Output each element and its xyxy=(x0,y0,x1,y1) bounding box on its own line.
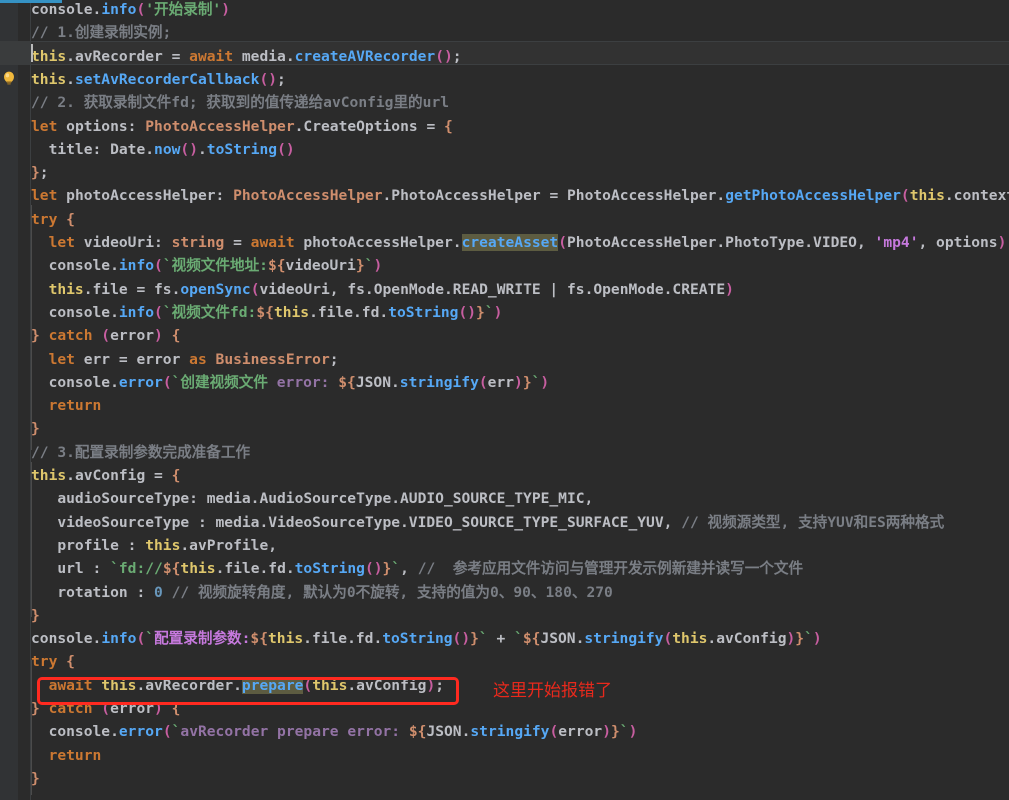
code-line[interactable]: try { xyxy=(0,208,1009,231)
code-line[interactable]: return xyxy=(0,394,1009,417)
code-line[interactable]: } xyxy=(0,417,1009,440)
code-line[interactable]: console.error(`创建视频文件 error: ${JSON.stri… xyxy=(0,371,1009,394)
editor-fold-column[interactable] xyxy=(18,0,31,800)
code-line[interactable]: return xyxy=(0,744,1009,767)
code-line[interactable]: // 2. 获取录制文件fd; 获取到的值传递给avConfig里的url xyxy=(0,91,1009,114)
text-caret xyxy=(31,44,33,62)
code-editor-screenshot: console.info('开始录制')// 1.创建录制实例; this.avR… xyxy=(0,0,1009,800)
top-progress-accent xyxy=(0,0,62,3)
code-line[interactable]: title: Date.now().toString() xyxy=(0,138,1009,161)
code-line[interactable]: url : `fd://${this.file.fd.toString()}`,… xyxy=(0,557,1009,580)
indent-guide xyxy=(31,462,32,617)
current-line-gutter-highlight xyxy=(0,41,30,65)
code-line[interactable]: videoSourceType : media.VideoSourceType.… xyxy=(0,511,1009,534)
code-line[interactable]: } xyxy=(0,767,1009,790)
code-line[interactable]: let options: PhotoAccessHelper.CreateOpt… xyxy=(0,115,1009,138)
code-line[interactable]: audioSourceType: media.AudioSourceType.A… xyxy=(0,487,1009,510)
code-line[interactable]: // 3.配置录制参数完成准备工作 xyxy=(0,441,1009,464)
code-line[interactable]: this.file = fs.openSync(videoUri, fs.Ope… xyxy=(0,278,1009,301)
error-annotation-text: 这里开始报错了 xyxy=(493,681,612,701)
code-line[interactable]: console.info('开始录制') xyxy=(0,0,1009,21)
lightbulb-intention-icon[interactable] xyxy=(1,70,17,86)
code-line[interactable]: let photoAccessHelper: PhotoAccessHelper… xyxy=(0,184,1009,207)
code-line[interactable]: console.info(`配置录制参数:${this.file.fd.toSt… xyxy=(0,627,1009,650)
code-line[interactable]: this.avConfig = { xyxy=(0,464,1009,487)
code-line[interactable]: profile : this.avProfile, xyxy=(0,534,1009,557)
indent-guide xyxy=(31,205,32,450)
current-line-highlight xyxy=(30,41,1009,65)
editor-gutter[interactable] xyxy=(0,0,18,800)
code-line[interactable]: } xyxy=(0,604,1009,627)
code-line[interactable]: } catch (error) { xyxy=(0,324,1009,347)
error-highlight-box xyxy=(37,677,459,705)
code-line[interactable]: console.error(`avRecorder prepare error:… xyxy=(0,720,1009,743)
code-line[interactable]: this.setAvRecorderCallback(); xyxy=(0,68,1009,91)
code-line[interactable]: console.info(`视频文件fd:${this.file.fd.toSt… xyxy=(0,301,1009,324)
code-line[interactable]: let videoUri: string = await photoAccess… xyxy=(0,231,1009,254)
code-line[interactable]: let err = error as BusinessError; xyxy=(0,348,1009,371)
code-line[interactable]: console.info(`视频文件地址:${videoUri}`) xyxy=(0,254,1009,277)
code-line[interactable]: try { xyxy=(0,650,1009,673)
indent-guide xyxy=(31,660,32,795)
code-line[interactable]: rotation : 0 // 视频旋转角度, 默认为0不旋转, 支持的值为0、… xyxy=(0,581,1009,604)
code-line[interactable]: }; xyxy=(0,161,1009,184)
